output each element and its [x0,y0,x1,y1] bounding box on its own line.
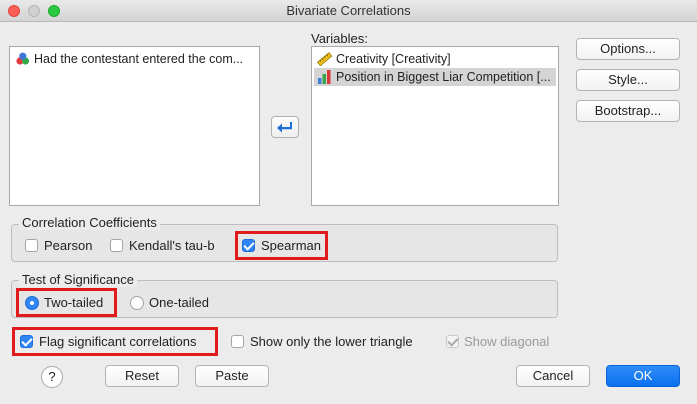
lower-triangle-checkbox[interactable] [231,335,244,348]
scale-ruler-icon [317,52,332,66]
list-item-label: Creativity [Creativity] [336,52,451,66]
kendall-label: Kendall's tau-b [129,238,215,253]
variables-label: Variables: [311,31,368,46]
arrow-left-icon [277,122,292,133]
coefficients-group-title: Correlation Coefficients [19,215,160,230]
flag-significant-highlight-box [12,327,218,356]
source-variable-list[interactable]: Had the contestant entered the com... [9,46,260,206]
one-tailed-radio[interactable] [130,296,144,310]
variables-list[interactable]: Creativity [Creativity] Position in Bigg… [311,46,559,206]
pearson-label: Pearson [44,238,93,253]
ordinal-bars-icon [318,70,331,84]
spearman-highlight-box [235,231,328,260]
list-item-creativity[interactable]: Creativity [Creativity] [314,50,556,68]
style-button[interactable]: Style... [576,69,680,91]
title-bar: Bivariate Correlations [0,0,697,22]
show-diagonal-label: Show diagonal [464,334,550,349]
list-item-contestant[interactable]: Had the contestant entered the com... [12,50,257,68]
list-item-position[interactable]: Position in Biggest Liar Competition [..… [314,68,556,86]
paste-button[interactable]: Paste [195,365,269,387]
ok-button[interactable]: OK [606,365,680,387]
cancel-button[interactable]: Cancel [516,365,590,387]
lower-triangle-label: Show only the lower triangle [250,334,413,349]
reset-button[interactable]: Reset [105,365,179,387]
bootstrap-button[interactable]: Bootstrap... [576,100,680,122]
move-variable-button[interactable] [271,116,299,138]
two-tailed-highlight-box [16,288,117,317]
list-item-label: Position in Biggest Liar Competition [..… [336,70,551,84]
list-item-label: Had the contestant entered the com... [34,52,244,66]
one-tailed-label: One-tailed [149,295,209,310]
pearson-checkbox[interactable] [25,239,38,252]
kendall-checkbox[interactable] [110,239,123,252]
options-button[interactable]: Options... [576,38,680,60]
nominal-variable-icon [16,52,30,65]
help-button[interactable]: ? [41,366,63,388]
show-diagonal-checkbox [446,335,459,348]
significance-group-title: Test of Significance [19,272,138,287]
window-title: Bivariate Correlations [286,3,411,18]
